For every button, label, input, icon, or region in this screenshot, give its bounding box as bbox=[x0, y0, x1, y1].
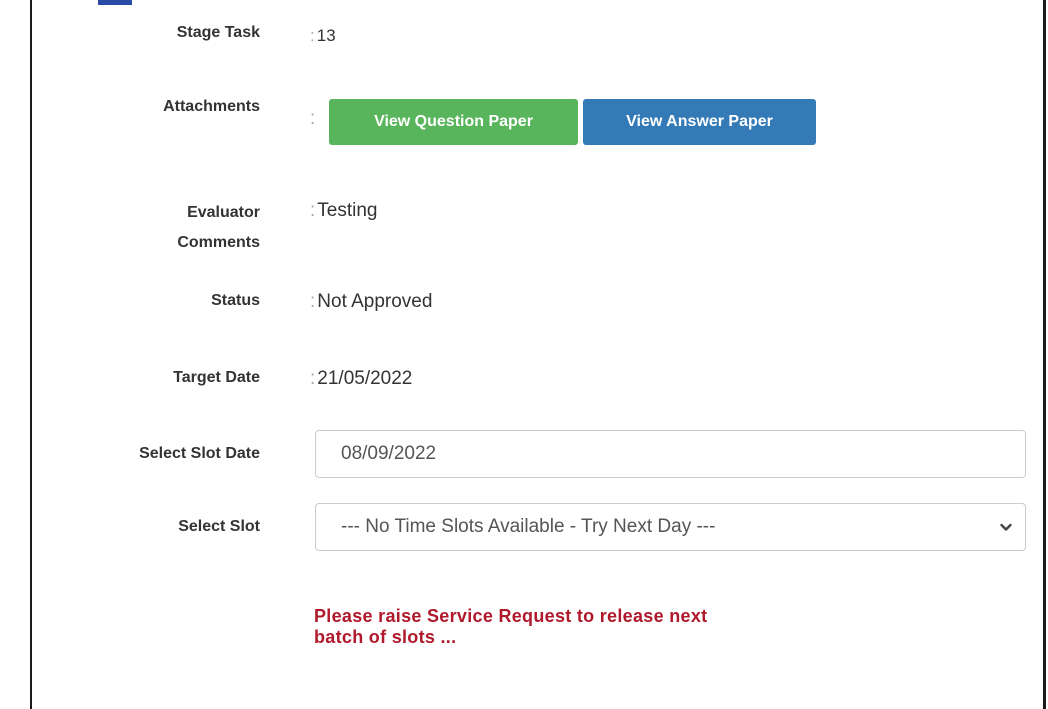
warning-line-1: Please raise Service Request to release … bbox=[314, 606, 708, 626]
evaluator-comments-value-row: : Testing bbox=[310, 199, 377, 223]
separator-colon: : bbox=[310, 26, 315, 45]
status-label: Status bbox=[211, 292, 260, 309]
target-date-value: 21/05/2022 bbox=[317, 368, 413, 389]
view-question-paper-button[interactable]: View Question Paper bbox=[329, 99, 578, 145]
slot-select[interactable]: --- No Time Slots Available - Try Next D… bbox=[315, 503, 1026, 551]
attachments-separator-row: : bbox=[310, 107, 317, 131]
header-accent bbox=[98, 0, 132, 5]
panel-left-border bbox=[30, 0, 32, 709]
slot-booking-panel: Stage Task :13 Attachments : View Questi… bbox=[0, 0, 1048, 709]
view-answer-paper-button[interactable]: View Answer Paper bbox=[583, 99, 816, 145]
slot-release-warning: Please raise Service Request to release … bbox=[314, 606, 707, 648]
target-date-value-row: :21/05/2022 bbox=[310, 367, 412, 391]
evaluator-comments-value: Testing bbox=[317, 200, 378, 221]
separator-colon: : bbox=[310, 368, 316, 389]
panel-right-border bbox=[1043, 0, 1046, 709]
slot-select-value: --- No Time Slots Available - Try Next D… bbox=[341, 516, 716, 537]
evaluator-comments-label-line1: Evaluator bbox=[187, 204, 260, 221]
stage-task-value: 13 bbox=[316, 26, 336, 45]
attachments-label: Attachments bbox=[163, 98, 260, 115]
target-date-label: Target Date bbox=[173, 369, 260, 386]
separator-colon: : bbox=[310, 200, 316, 221]
separator-colon: : bbox=[310, 108, 316, 129]
slot-label: Select Slot bbox=[178, 518, 260, 535]
evaluator-comments-label-line2: Comments bbox=[177, 234, 260, 251]
evaluator-comments-label: Evaluator Comments bbox=[177, 198, 260, 258]
status-value-row: : Not Approved bbox=[310, 290, 432, 314]
warning-line-2: batch of slots ... bbox=[314, 627, 457, 647]
separator-colon: : bbox=[310, 291, 316, 312]
chevron-down-icon bbox=[1000, 523, 1012, 531]
stage-task-label: Stage Task bbox=[176, 24, 260, 41]
slot-date-label: Select Slot Date bbox=[139, 445, 260, 462]
stage-task-value-row: :13 bbox=[310, 24, 336, 48]
slot-date-input[interactable] bbox=[315, 430, 1026, 478]
status-value: Not Approved bbox=[317, 291, 433, 312]
